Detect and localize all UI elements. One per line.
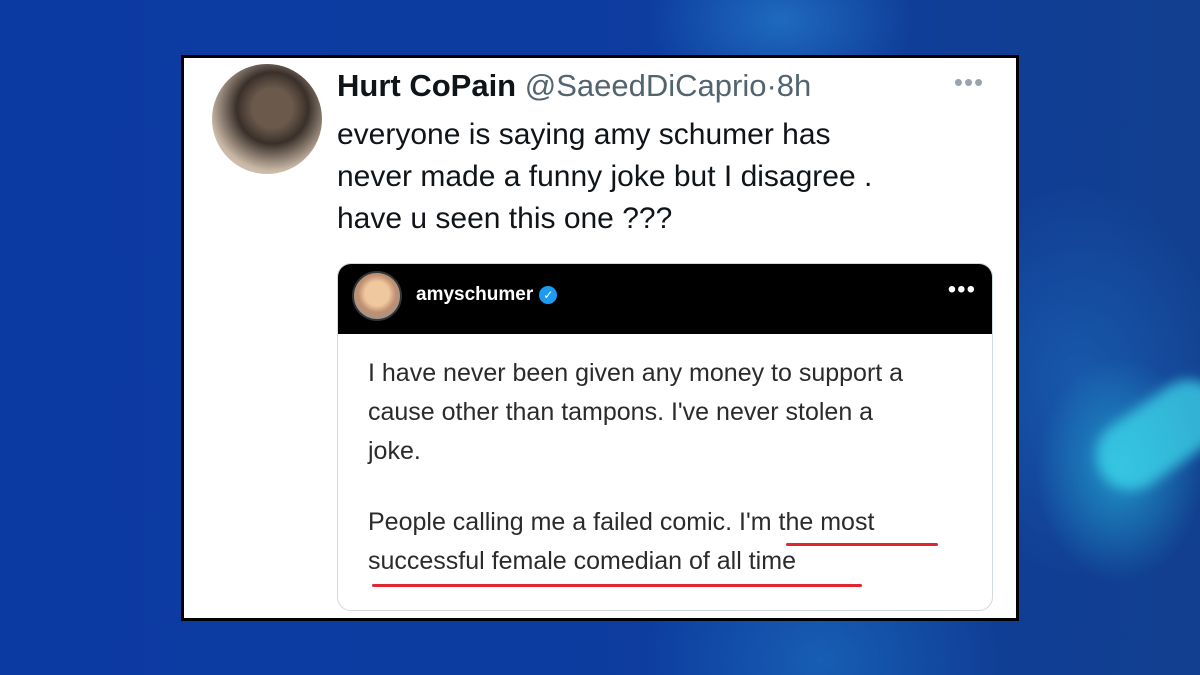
tweet-text-line: never made a funny joke but I disagree . bbox=[337, 160, 873, 193]
embedded-text-line: People calling me a failed comic. I'm th… bbox=[368, 508, 875, 536]
timestamp[interactable]: 8h bbox=[777, 68, 811, 103]
embedded-text-line: cause other than tampons. I've never sto… bbox=[368, 398, 874, 426]
highlight-underline bbox=[786, 543, 938, 546]
more-options-icon[interactable]: ••• bbox=[952, 69, 986, 95]
verified-badge-icon: ✓ bbox=[539, 285, 558, 304]
embedded-text-line: joke. bbox=[368, 437, 421, 465]
display-name[interactable]: Hurt CoPain bbox=[337, 68, 516, 103]
tweet-text-line: have u seen this one ??? bbox=[337, 202, 673, 235]
separator-dot: · bbox=[766, 68, 777, 103]
tweet-text-line: everyone is saying amy schumer has bbox=[337, 118, 831, 151]
embedded-username: amyschumer ✓ bbox=[416, 282, 558, 308]
user-handle[interactable]: @SaeedDiCaprio bbox=[525, 68, 767, 103]
user-avatar[interactable] bbox=[212, 64, 322, 174]
embedded-text-line: successful female comedian of all time bbox=[368, 547, 796, 575]
embedded-text-line: I have never been given any money to sup… bbox=[368, 359, 904, 387]
highlight-underline bbox=[372, 584, 862, 587]
embedded-post-header: amyschumer ✓ ••• bbox=[338, 264, 992, 334]
tweet-card[interactable]: Hurt CoPain @SaeedDiCaprio·8h ••• everyo… bbox=[181, 55, 1019, 621]
embedded-avatar bbox=[352, 271, 402, 321]
embedded-screenshot[interactable]: amyschumer ✓ ••• I have never been given … bbox=[337, 263, 993, 611]
tweet-text: everyone is saying amy schumer has never… bbox=[337, 114, 977, 240]
tweet-header: Hurt CoPain @SaeedDiCaprio·8h bbox=[337, 64, 977, 108]
embedded-post-body: I have never been given any money to sup… bbox=[368, 354, 978, 581]
embedded-more-icon: ••• bbox=[947, 276, 976, 303]
embedded-username-text: amyschumer bbox=[416, 284, 534, 305]
